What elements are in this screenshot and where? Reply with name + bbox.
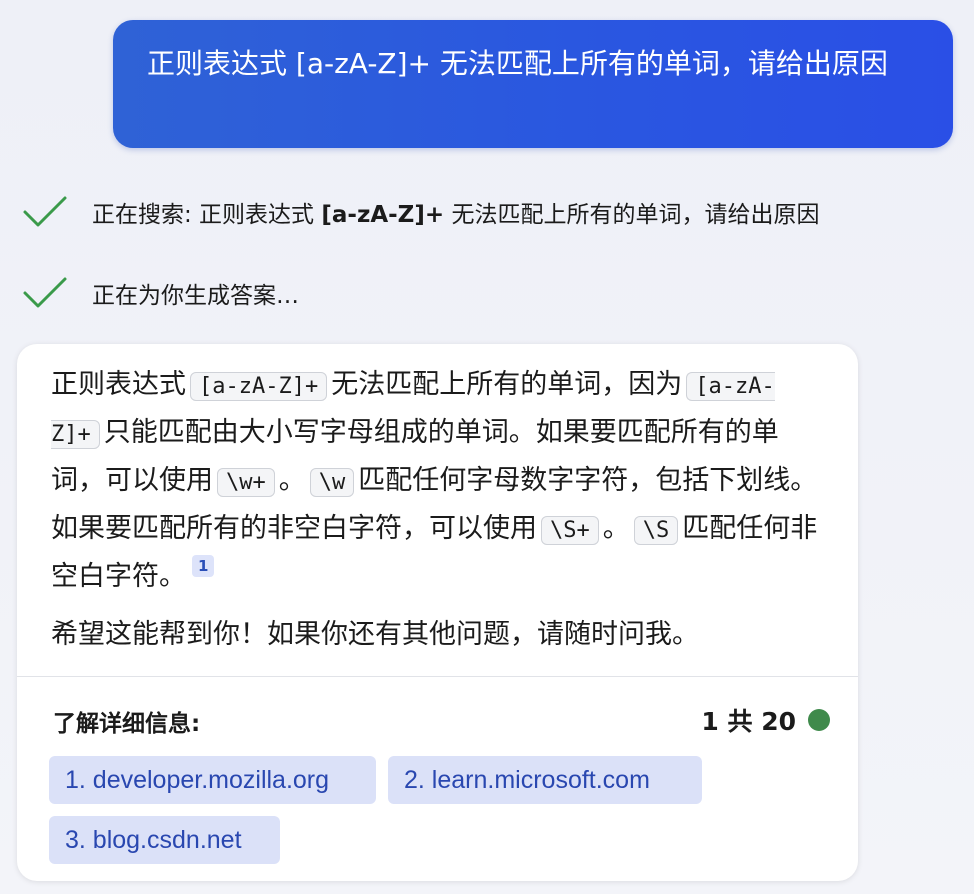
answer-closing-text: 希望这能帮到你！如果你还有其他问题，请随时问我。: [51, 619, 699, 650]
answer-text: 正则表达式 [a-zA-Z]+ 无法匹配上所有的单词，因为 [a-zA-Z]+ 只能匹配…: [51, 362, 826, 600]
check-icon: [23, 277, 67, 308]
inline-code: [a-zA-Z]+: [190, 372, 328, 401]
inline-code: \w: [309, 468, 355, 497]
answer-text-segment: 无法匹配上所有的单词，因为: [331, 369, 683, 400]
source-counter-text: 1 共 20: [701, 707, 796, 736]
source-link-csdn[interactable]: 3. blog.csdn.net: [49, 816, 280, 864]
search-status-row: 正在搜索: 正则表达式 [a-zA-Z]+ 无法匹配上所有的单词，请给出原因: [22, 192, 819, 232]
search-status-text: 正在搜索: 正则表达式 [a-zA-Z]+ 无法匹配上所有的单词，请给出原因: [92, 195, 819, 229]
citation-badge[interactable]: 1: [192, 555, 215, 577]
generating-status-row: 正在为你生成答案…: [22, 273, 299, 313]
source-link-microsoft[interactable]: 2. learn.microsoft.com: [388, 756, 702, 804]
answer-card: 正则表达式 [a-zA-Z]+ 无法匹配上所有的单词，因为 [a-zA-Z]+ 只能匹配…: [17, 344, 858, 881]
check-icon: [23, 196, 67, 227]
generating-status-text: 正在为你生成答案…: [92, 283, 299, 309]
inline-code: \S: [633, 516, 679, 545]
source-counter: 1 共 20: [701, 702, 830, 738]
search-status-suffix: 无法匹配上所有的单词，请给出原因: [444, 202, 820, 228]
user-message-text: 正则表达式 [a-zA-Z]+ 无法匹配上所有的单词，请给出原因: [147, 47, 888, 80]
divider: [17, 676, 858, 677]
answer-text-segment: 正则表达式: [51, 369, 186, 400]
search-status-prefix: 正在搜索: 正则表达式: [92, 202, 322, 228]
answer-text-segment: 。: [602, 513, 630, 544]
status-dot-icon: [808, 709, 830, 731]
inline-code: \w+: [217, 468, 275, 497]
user-message-bubble: 正则表达式 [a-zA-Z]+ 无法匹配上所有的单词，请给出原因: [113, 20, 953, 148]
learn-more-label: 了解详细信息:: [53, 711, 201, 737]
chat-page: 正则表达式 [a-zA-Z]+ 无法匹配上所有的单词，请给出原因 正在搜索: 正…: [0, 0, 974, 894]
inline-code: \S+: [541, 516, 599, 545]
search-query-bold: [a-zA-Z]+: [321, 202, 445, 228]
answer-text-segment: 。: [278, 465, 306, 496]
source-link-mozilla[interactable]: 1. developer.mozilla.org: [49, 756, 376, 804]
